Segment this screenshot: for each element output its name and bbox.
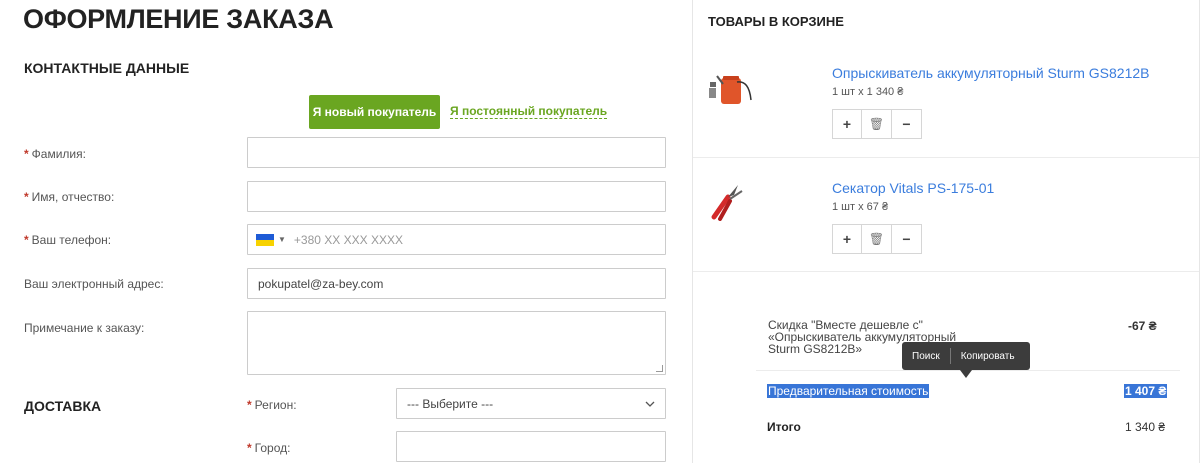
phone-input[interactable]: ▼ +380 XX XXX XXXX: [247, 224, 666, 255]
context-search-button[interactable]: Поиск: [902, 351, 950, 362]
cart-item-name[interactable]: Секатор Vitals PS-175-01: [832, 180, 994, 196]
decrease-button[interactable]: −: [892, 109, 922, 139]
city-label: * Город:: [247, 441, 291, 455]
trash-icon[interactable]: 🗑: [862, 224, 892, 254]
name-label: * Имя, отчество:: [24, 190, 115, 204]
regular-buyer-link[interactable]: Я постоянный покупатель: [450, 104, 608, 119]
pruner-product-image[interactable]: [708, 181, 748, 221]
email-input[interactable]: pokupatel@za-bey.com: [247, 268, 666, 299]
sprayer-product-image[interactable]: [707, 70, 755, 108]
page-title: ОФОРМЛЕНИЕ ЗАКАЗА: [23, 4, 334, 34]
email-label: Ваш электронный адрес:: [24, 277, 164, 291]
total-label: Итого: [767, 420, 801, 434]
divider: [693, 271, 1199, 272]
name-input[interactable]: [247, 181, 666, 212]
lastname-label: * Фамилия:: [24, 147, 86, 161]
selection-context-menu: Поиск Копировать: [902, 342, 1030, 370]
increase-button[interactable]: +: [832, 224, 862, 254]
region-select-value: --- Выберите ---: [407, 396, 494, 411]
context-menu-arrow: [960, 370, 972, 378]
preliminary-cost-label: Предварительная стоимость: [767, 384, 930, 398]
required-mark: *: [247, 441, 252, 455]
note-textarea[interactable]: [247, 311, 666, 375]
required-mark: *: [24, 233, 29, 247]
chevron-down-icon[interactable]: ▼: [278, 235, 286, 244]
phone-label: * Ваш телефон:: [24, 233, 112, 247]
quantity-controls: + 🗑 −: [832, 109, 922, 139]
quantity-controls: + 🗑 −: [832, 224, 922, 254]
region-label: * Регион:: [247, 398, 297, 412]
decrease-button[interactable]: −: [892, 224, 922, 254]
increase-button[interactable]: +: [832, 109, 862, 139]
required-mark: *: [24, 147, 29, 161]
lastname-input[interactable]: [247, 137, 666, 168]
cart-title: ТОВАРЫ В КОРЗИНЕ: [708, 14, 844, 29]
phone-placeholder: +380 XX XXX XXXX: [293, 232, 403, 247]
required-mark: *: [247, 398, 252, 412]
note-label: Примечание к заказу:: [24, 321, 145, 335]
contact-section-title: КОНТАКТНЫЕ ДАННЫЕ: [24, 60, 190, 76]
chevron-down-icon: [645, 401, 655, 407]
trash-icon[interactable]: 🗑: [862, 109, 892, 139]
city-input[interactable]: [396, 431, 666, 462]
region-select[interactable]: --- Выберите ---: [396, 388, 666, 419]
new-buyer-button[interactable]: Я новый покупатель: [309, 95, 440, 129]
total-value: 1 340 ₴: [1125, 420, 1166, 434]
context-copy-button[interactable]: Копировать: [951, 351, 1025, 362]
required-mark: *: [24, 190, 29, 204]
preliminary-cost-value: 1 407 ₴: [1124, 384, 1168, 398]
cart-item-name[interactable]: Опрыскиватель аккумуляторный Sturm GS821…: [832, 65, 1149, 81]
resize-handle-icon[interactable]: [656, 365, 663, 372]
cart-item-qty: 1 шт x 67 ₴: [832, 201, 889, 213]
ukraine-flag-icon[interactable]: [256, 233, 274, 246]
divider: [693, 157, 1199, 158]
cart-item-qty: 1 шт x 1 340 ₴: [832, 86, 904, 98]
discount-value: -67 ₴: [1128, 319, 1157, 333]
delivery-section-title: ДОСТАВКА: [24, 398, 102, 414]
